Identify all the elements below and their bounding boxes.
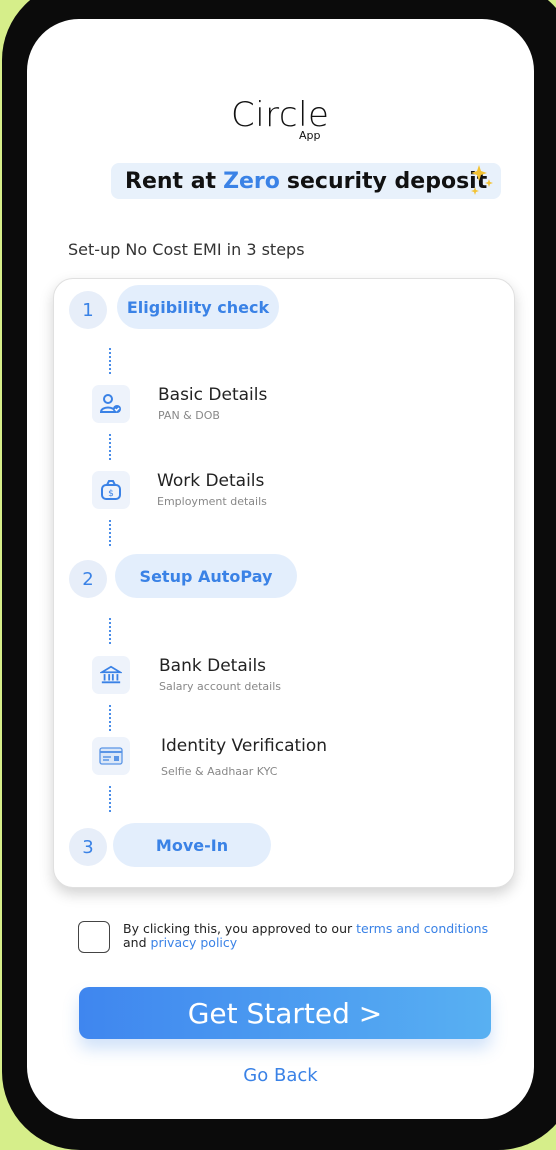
identity-verification-subtitle: Selfie & Aadhaar KYC xyxy=(161,765,278,778)
connector-dots xyxy=(109,434,111,460)
bank-icon xyxy=(92,656,130,694)
logo-subtext: App xyxy=(299,129,321,142)
steps-heading: Set-up No Cost EMI in 3 steps xyxy=(68,240,305,259)
connector-dots xyxy=(109,520,111,546)
tagline-highlight: Zero xyxy=(223,168,280,194)
bank-details-title: Bank Details xyxy=(159,656,267,676)
consent-text: By clicking this, you approved to our te… xyxy=(123,922,503,950)
basic-details-subtitle: PAN & DOB xyxy=(158,409,220,422)
sparkle-icon xyxy=(471,165,493,195)
circle-app-logo: Circle App xyxy=(231,95,351,147)
step-2-pill: Setup AutoPay xyxy=(115,554,297,598)
step-1-pill: Eligibility check xyxy=(117,285,279,329)
svg-text:$: $ xyxy=(108,489,114,499)
tagline-prefix: Rent at xyxy=(125,168,217,194)
consent-and: and xyxy=(123,935,147,950)
bank-details-subtitle: Salary account details xyxy=(159,680,282,693)
tagline-banner: Rent at Zero security deposit xyxy=(111,163,502,199)
consent-checkbox[interactable] xyxy=(78,921,110,953)
step-1-number: 1 xyxy=(69,291,107,329)
go-back-link[interactable]: Go Back xyxy=(27,1065,534,1086)
work-details-subtitle: Employment details xyxy=(157,495,267,508)
basic-details-title: Basic Details xyxy=(158,385,268,405)
user-check-icon xyxy=(92,385,130,423)
get-started-button[interactable]: Get Started > xyxy=(79,987,491,1039)
money-bag-icon: $ xyxy=(92,471,130,509)
tagline-suffix: security deposit xyxy=(286,168,488,194)
step-2-number: 2 xyxy=(69,560,107,598)
terms-link[interactable]: terms and conditions xyxy=(356,921,488,936)
privacy-link[interactable]: privacy policy xyxy=(151,935,238,950)
consent-label: By clicking this, you approved to our xyxy=(123,921,353,936)
identity-verification-title: Identity Verification xyxy=(161,736,328,756)
step-3-pill: Move-In xyxy=(113,823,271,867)
id-card-icon xyxy=(92,737,130,775)
connector-dots xyxy=(109,705,111,731)
work-details-title: Work Details xyxy=(157,471,265,491)
connector-dots xyxy=(109,348,111,374)
phone-screen: Circle App Rent at Zero security deposit… xyxy=(27,19,534,1119)
connector-dots xyxy=(109,618,111,644)
connector-dots xyxy=(109,786,111,812)
step-3-number: 3 xyxy=(69,828,107,866)
